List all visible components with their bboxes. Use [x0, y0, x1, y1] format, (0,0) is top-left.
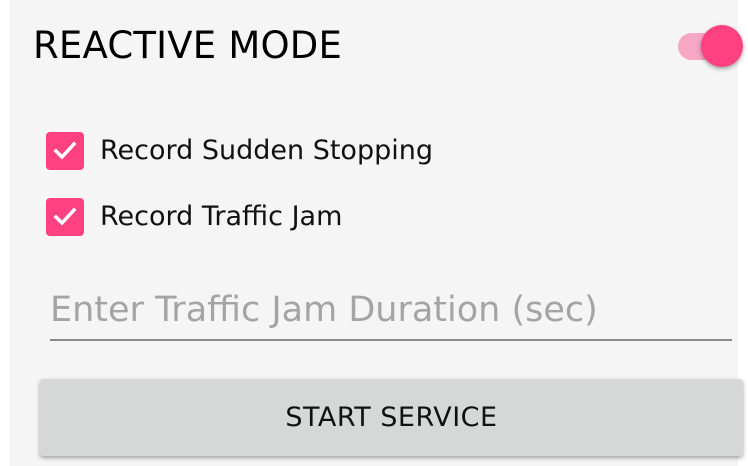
checkmark-icon — [53, 207, 77, 226]
record-traffic-jam-option[interactable]: Record Traffic Jam — [46, 197, 342, 237]
record-traffic-jam-label: Record Traffic Jam — [100, 201, 343, 232]
start-service-button[interactable]: START SERVICE — [40, 379, 743, 456]
record-sudden-stopping-option[interactable]: Record Sudden Stopping — [46, 131, 433, 171]
traffic-jam-duration-input[interactable] — [50, 281, 732, 341]
record-sudden-stopping-checkbox[interactable] — [46, 132, 84, 170]
record-sudden-stopping-label: Record Sudden Stopping — [100, 135, 433, 166]
reactive-mode-title: REACTIVE MODE — [33, 24, 343, 67]
checkmark-icon — [53, 141, 77, 160]
switch-thumb[interactable] — [701, 25, 743, 67]
reactive-mode-switch[interactable] — [674, 24, 746, 72]
record-traffic-jam-checkbox[interactable] — [46, 198, 84, 236]
